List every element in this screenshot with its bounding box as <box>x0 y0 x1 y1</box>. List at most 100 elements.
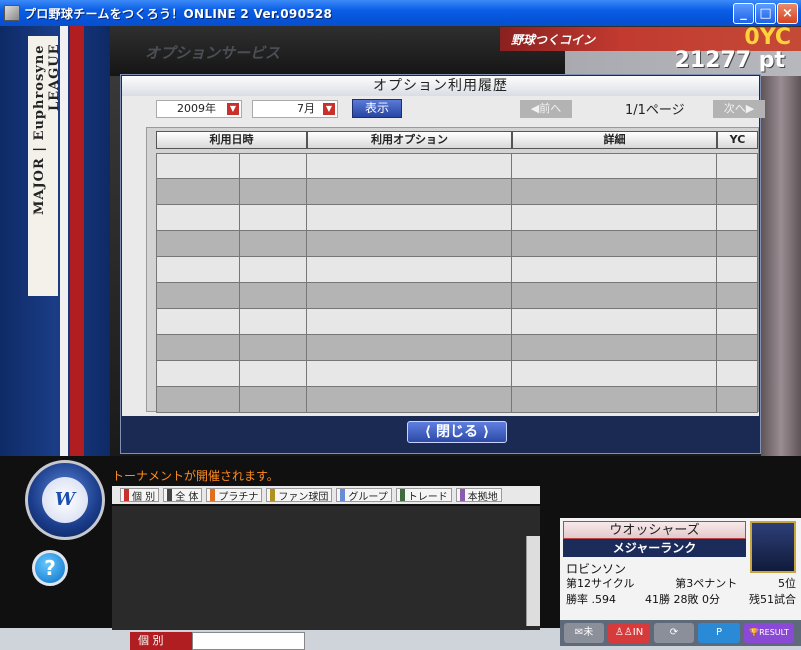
table-cell <box>240 387 307 413</box>
close-dialog-button[interactable]: ⟨ 閉じる ⟩ <box>407 421 507 443</box>
refresh-button[interactable]: ⟳ <box>654 623 694 643</box>
table-cell <box>717 153 758 179</box>
table-cell <box>156 179 240 205</box>
dialog-body: 2009年 ▼ 7月 ▼ 表示 ◀前へ 1/1ページ 次へ▶ 利用日時 利用オプ… <box>122 96 765 416</box>
close-window-button[interactable]: × <box>777 3 798 24</box>
table-cell <box>512 309 717 335</box>
win-rate: 勝率 .594 <box>566 593 616 606</box>
table-row <box>156 335 758 361</box>
result-button[interactable]: 🏆RESULT <box>744 623 794 643</box>
table-cell <box>717 257 758 283</box>
tab-color-marker <box>167 489 173 501</box>
dialog-footer: ⟨ 閉じる ⟩ <box>122 416 759 452</box>
table-cell <box>512 257 717 283</box>
league-emblem[interactable]: W <box>25 460 105 540</box>
chat-tab[interactable]: 個 別 <box>120 488 160 503</box>
chat-tab[interactable]: 本拠地 <box>455 488 502 503</box>
chat-tab[interactable]: プラチナ <box>206 488 263 503</box>
bracket-right-icon: ⟩ <box>482 424 490 440</box>
table-cell <box>240 257 307 283</box>
tab-color-marker <box>124 489 129 501</box>
chat-tab-label: グループ <box>348 491 388 503</box>
league-label: MAJOR | Euphrosyne LEAGUE <box>32 44 62 215</box>
mail-button[interactable]: ✉未 <box>564 623 604 643</box>
table-row <box>156 179 758 205</box>
tab-color-marker <box>270 489 276 501</box>
coin-value: 0YC <box>744 25 791 50</box>
cycle-text: 第12サイクル <box>566 577 635 590</box>
chat-tab[interactable]: 全 体 <box>163 488 203 503</box>
table-cell <box>717 387 758 413</box>
table-cell <box>307 153 512 179</box>
next-arrow-icon: ▶ <box>745 102 755 115</box>
table-cell <box>156 309 240 335</box>
coin-label: 野球つくコイン <box>511 33 596 47</box>
win-loss: 41勝 28敗 0分 <box>645 593 720 606</box>
prev-arrow-icon: ◀ <box>530 102 540 115</box>
chat-tab-label: プラチナ <box>218 491 259 503</box>
p-label: P <box>715 627 723 638</box>
table-cell <box>307 335 512 361</box>
table-cell <box>512 283 717 309</box>
chat-target-label: 個 別 <box>138 634 164 647</box>
trophy-icon: 🏆 <box>749 628 760 637</box>
chat-tab-label: トレード <box>407 491 448 503</box>
table-cell <box>717 283 758 309</box>
table-cell <box>307 387 512 413</box>
history-table: 利用日時 利用オプション 詳細 YC <box>146 127 759 413</box>
section-title: オプションサービス <box>145 44 281 62</box>
season-info: 第12サイクル 第3ペナント 5位 <box>566 575 796 591</box>
help-button[interactable]: ? <box>32 550 68 586</box>
table-cell <box>512 335 717 361</box>
next-page-button[interactable]: 次へ▶ <box>713 100 765 118</box>
table-row <box>156 205 758 231</box>
table-cell <box>240 361 307 387</box>
column-header: YC <box>717 131 758 149</box>
chat-tabs: 個 別 全 体 プラチナ ファン球団 グループ トレード 本拠地 <box>112 486 540 504</box>
year-select[interactable]: 2009年 ▼ <box>156 100 242 118</box>
page-indicator: 1/1ページ <box>625 103 685 118</box>
table-cell <box>717 309 758 335</box>
table-cell <box>512 205 717 231</box>
window-title: プロ野球チームをつくろう！ONLINE 2 Ver.090528 <box>24 6 333 21</box>
month-select[interactable]: 7月 ▼ <box>252 100 338 118</box>
minimize-button[interactable]: _ <box>733 3 754 24</box>
chat-tab-label: 全 体 <box>175 491 199 503</box>
chat-input-field[interactable] <box>192 632 305 650</box>
team-rank: メジャーランク <box>563 539 746 557</box>
chat-tab[interactable]: グループ <box>336 488 392 503</box>
chat-log <box>112 506 540 630</box>
table-cell <box>512 179 717 205</box>
maximize-button[interactable]: □ <box>755 3 776 24</box>
p-button[interactable]: P <box>698 623 740 643</box>
record-info: 勝率 .594 41勝 28敗 0分 残51試合 <box>566 591 796 607</box>
table-cell <box>240 231 307 257</box>
table-cell <box>156 335 240 361</box>
year-select-value: 2009年 <box>177 102 216 115</box>
refresh-icon: ⟳ <box>669 627 679 638</box>
action-bar: ✉未 ♙♙IN ⟳ P 🏆RESULT <box>560 620 801 646</box>
table-cell <box>156 257 240 283</box>
table-cell <box>307 309 512 335</box>
result-label: RESULT <box>759 628 789 637</box>
team-name: ウオッシャーズ <box>563 521 746 539</box>
table-row <box>156 153 758 179</box>
chat-input-row: 個 別 <box>130 632 305 650</box>
bracket-left-icon: ⟨ <box>424 424 432 440</box>
table-cell <box>307 283 512 309</box>
emblem-logo: W <box>42 477 88 523</box>
table-cell <box>307 179 512 205</box>
chat-target-select[interactable]: 個 別 <box>130 632 192 650</box>
app-icon <box>4 5 20 21</box>
in-button[interactable]: ♙♙IN <box>608 623 650 643</box>
table-cell <box>240 283 307 309</box>
chat-tab[interactable]: ファン球団 <box>266 488 333 503</box>
prev-page-button[interactable]: ◀前へ <box>520 100 572 118</box>
chat-scrollbar[interactable] <box>526 536 540 626</box>
chat-tab[interactable]: トレード <box>395 488 452 503</box>
pennant-text: 第3ペナント <box>675 577 738 590</box>
table-cell <box>240 179 307 205</box>
table-header: 利用日時 利用オプション 詳細 YC <box>156 131 758 149</box>
table-cell <box>717 205 758 231</box>
show-button[interactable]: 表示 <box>352 99 402 118</box>
